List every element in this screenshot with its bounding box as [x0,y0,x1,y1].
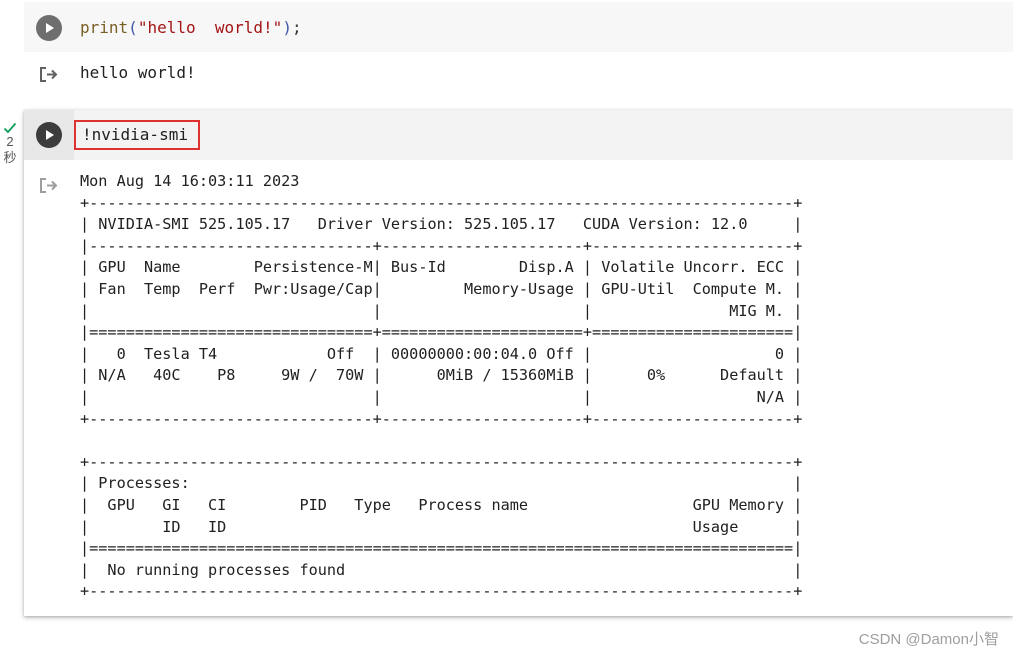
run-cell-button[interactable] [36,122,62,148]
output-line: | ID ID Usage | [80,517,803,536]
play-icon [46,130,54,140]
check-icon [3,122,17,134]
output-line: | | | N/A | [80,387,803,406]
output-line: | NVIDIA-SMI 525.105.17 Driver Version: … [80,215,803,234]
code-paren: ) [282,18,292,37]
output-line: +---------------------------------------… [80,582,803,601]
watermark: CSDN @Damon小智 [858,631,999,648]
output-line: | Processes: | [80,474,803,493]
output-line: | 0 Tesla T4 Off | 00000000:00:04.0 Off … [80,344,803,363]
execution-status: 2 秒 [0,122,20,166]
code-cell-2[interactable]: !nvidia-smi Mon Aug 14 16:03:11 2023 +--… [24,110,1013,616]
output-arrow-icon[interactable] [38,175,60,195]
code-semicolon: ; [291,18,302,37]
execution-time-unit: 秒 [3,150,17,165]
cell-output-text: hello world! [80,63,196,82]
code-paren: ( [128,18,138,37]
output-line: | GPU Name Persistence-M| Bus-Id Disp.A … [80,258,803,277]
output-line: |=======================================… [80,539,803,558]
run-cell-button[interactable] [36,15,62,41]
output-line: |-------------------------------+-------… [80,236,803,255]
code-editor[interactable]: !nvidia-smi [82,125,188,144]
output-line: +---------------------------------------… [80,193,803,212]
output-arrow-icon[interactable] [38,64,60,84]
output-line: | | | MIG M. | [80,301,803,320]
output-line: |===============================+=======… [80,323,803,342]
output-line: +---------------------------------------… [80,452,803,471]
output-line: | N/A 40C P8 9W / 70W | 0MiB / 15360MiB … [80,366,803,385]
cell-output-text: Mon Aug 14 16:03:11 2023 +--------------… [80,171,802,603]
output-line: Mon Aug 14 16:03:11 2023 [80,172,300,190]
code-editor[interactable]: print("hello world!"); [80,18,302,38]
code-cell-1[interactable]: print("hello world!"); [24,2,1013,52]
output-line: | Fan Temp Perf Pwr:Usage/Cap| Memory-Us… [80,279,803,298]
play-icon [46,23,54,33]
execution-time: 2 [6,134,14,149]
code-string: "hello world!" [137,18,283,37]
output-line: +-------------------------------+-------… [80,409,803,428]
output-line: | No running processes found | [80,560,803,579]
output-line: | GPU GI CI PID Type Process name GPU Me… [80,495,803,514]
code-keyword: print [80,18,129,37]
